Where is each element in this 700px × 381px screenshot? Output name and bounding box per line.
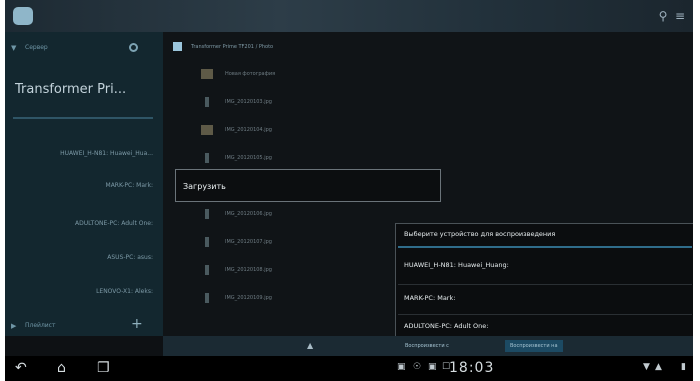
- expand-arrow-icon: ▶: [11, 322, 17, 330]
- breadcrumb-path: Transformer Prime TF201 / Photo: [191, 44, 274, 50]
- file-name: IMG_20120107.jpg: [225, 239, 272, 245]
- image-file-icon: [205, 153, 209, 163]
- play-from-button[interactable]: Воспроизвести с: [400, 340, 454, 352]
- usb-icon[interactable]: ☉: [413, 362, 421, 372]
- app-logo-icon[interactable]: [13, 7, 33, 25]
- title-separator: [398, 246, 692, 248]
- signal-icon: ▲: [655, 362, 662, 372]
- screenshot-icon[interactable]: ▣: [428, 362, 437, 372]
- current-server-title[interactable]: Transformer Pri...: [15, 82, 126, 97]
- file-name: IMG_20120105.jpg: [225, 155, 272, 161]
- server-panel: ▼ Сервер Transformer Pri... HUAWEI_H-N81…: [5, 32, 163, 336]
- device-item[interactable]: HUAWEI_H-N81: Huawei_Hua...: [60, 150, 153, 157]
- wifi-icon: ▼: [643, 362, 650, 372]
- device-item[interactable]: ASUS-PC: asus:: [107, 254, 153, 261]
- selection-divider: [13, 117, 153, 119]
- back-icon[interactable]: ↶: [15, 360, 27, 376]
- system-bar: ↶ ⌂ ❐ ▣ ☉ ▣ ☐ 18:03 ▼ ▲ ▮: [5, 356, 693, 381]
- server-section-label: Сервер: [25, 44, 48, 51]
- image-file-icon: [205, 237, 209, 247]
- bottom-action-bar: ▲ Воспроизвести с Воспроизвести на: [163, 336, 693, 356]
- device-option[interactable]: HUAWEI_H-N81: Huawei_Huang:: [404, 261, 509, 269]
- search-icon[interactable]: ⚲: [656, 9, 670, 23]
- tablet-screen: ⚲ ≡ ▼ Сервер Transformer Pri... HUAWEI_H…: [5, 0, 693, 381]
- clock: 18:03: [449, 360, 495, 376]
- image-file-icon: [205, 97, 209, 107]
- battery-icon: ▮: [681, 362, 686, 372]
- gallery-notification-icon[interactable]: ▣: [397, 362, 406, 372]
- file-name: IMG_20120109.jpg: [225, 295, 272, 301]
- image-file-icon: [205, 209, 209, 219]
- file-name: IMG_20120103.jpg: [225, 99, 272, 105]
- scroll-up-icon[interactable]: ▲: [307, 341, 313, 350]
- file-name: Новая фотография: [225, 71, 276, 77]
- device-option[interactable]: MARK-PC: Mark:: [404, 294, 455, 302]
- collapse-arrow-icon: ▼: [11, 44, 17, 52]
- upload-label: Загрузить: [183, 182, 226, 191]
- file-name: IMG_20120108.jpg: [225, 267, 272, 273]
- server-section-header[interactable]: ▼ Сервер: [5, 40, 163, 56]
- device-option[interactable]: ADULTONE-PC: Adult One:: [404, 322, 488, 330]
- device-item[interactable]: ADULTONE-PC: Adult One:: [75, 220, 153, 227]
- device-picker-title: Выберите устройство для воспроизведения: [404, 230, 556, 238]
- recent-apps-icon[interactable]: ❐: [97, 360, 110, 376]
- device-item[interactable]: MARK-PC: Mark:: [106, 182, 153, 189]
- playlist-section-header[interactable]: ▶ Плейлист +: [5, 316, 163, 335]
- home-icon[interactable]: ⌂: [57, 360, 66, 376]
- upload-menu-item[interactable]: Загрузить: [175, 169, 441, 202]
- playlist-section-label: Плейлист: [25, 322, 56, 329]
- option-divider: [398, 284, 692, 285]
- device-picker-dialog: Выберите устройство для воспроизведения …: [395, 223, 693, 338]
- add-playlist-icon[interactable]: +: [131, 316, 143, 332]
- settings-icon[interactable]: [129, 43, 138, 52]
- file-name: IMG_20120106.jpg: [225, 211, 272, 217]
- image-file-icon: [205, 265, 209, 275]
- action-bar: ⚲ ≡: [5, 0, 693, 32]
- image-file-icon: [201, 125, 213, 135]
- select-all-checkbox[interactable]: [173, 42, 182, 51]
- folder-icon: [201, 69, 213, 79]
- menu-icon[interactable]: ≡: [673, 9, 687, 23]
- device-item[interactable]: LENOVO-X1: Aleks:: [96, 288, 153, 295]
- play-on-button[interactable]: Воспроизвести на: [505, 340, 563, 352]
- file-name: IMG_20120104.jpg: [225, 127, 272, 133]
- image-file-icon: [205, 293, 209, 303]
- option-divider: [398, 314, 692, 315]
